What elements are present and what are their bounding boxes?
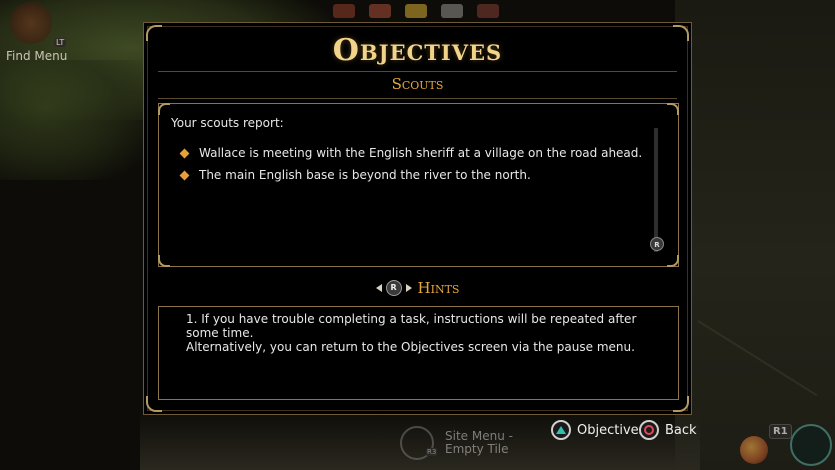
objectives-prompt[interactable]: Objectives xyxy=(551,420,645,440)
resource-bar xyxy=(296,4,536,24)
objectives-prompt-label: Objectives xyxy=(577,422,646,438)
triangle-button-icon xyxy=(551,420,571,440)
population-icon xyxy=(477,4,499,18)
meat-icon xyxy=(369,4,391,18)
stone-icon xyxy=(441,4,463,18)
arrow-left-icon xyxy=(375,284,382,292)
objectives-list: Wallace is meeting with the English sher… xyxy=(179,142,642,186)
objective-item: The main English base is beyond the rive… xyxy=(179,164,642,186)
objective-item: Wallace is meeting with the English sher… xyxy=(179,142,642,164)
bullet-diamond-icon xyxy=(179,148,190,158)
find-menu[interactable]: LT Find Menu xyxy=(6,2,70,63)
find-menu-label: Find Menu xyxy=(6,49,68,63)
arrow-right-icon xyxy=(405,284,412,292)
objectives-intro: Your scouts report: xyxy=(171,116,284,130)
objectives-scrollbar[interactable] xyxy=(654,128,658,252)
back-button[interactable]: Back xyxy=(639,420,697,440)
civ-orb-icon xyxy=(740,436,768,464)
gold-icon xyxy=(405,4,427,18)
hint-text: 1. If you have trouble completing a task… xyxy=(186,312,646,354)
r1-button-icon: R1 xyxy=(769,424,792,439)
objectives-panel[interactable]: Your scouts report: Wallace is meeting w… xyxy=(158,103,679,267)
hints-title: Hints xyxy=(417,279,460,297)
r-stick-scroll-icon: R xyxy=(650,237,664,251)
objective-text: Wallace is meeting with the English sher… xyxy=(199,146,643,160)
celtic-emblem-icon[interactable] xyxy=(790,424,832,466)
circle-button-icon xyxy=(639,420,659,440)
hint-line: Alternatively, you can return to the Obj… xyxy=(186,340,635,354)
back-button-label: Back xyxy=(665,422,697,438)
food-icon xyxy=(333,4,355,18)
objectives-dialog: Objectives Scouts Your scouts report: Wa… xyxy=(143,22,692,415)
r3-button-icon: R3 xyxy=(426,448,438,456)
site-menu-label: Site Menu - Empty Tile xyxy=(445,429,513,456)
hints-header[interactable]: R Hints xyxy=(144,277,691,297)
dialog-subtitle: Scouts xyxy=(391,75,444,93)
find-menu-icon xyxy=(10,2,52,44)
r-stick-icon: R xyxy=(385,280,402,296)
lt-button-icon: LT xyxy=(54,38,67,47)
subtitle-row: Scouts xyxy=(158,71,677,99)
dialog-title: Objectives xyxy=(332,33,503,68)
objective-text: The main English base is beyond the rive… xyxy=(199,168,531,182)
hint-line: 1. If you have trouble completing a task… xyxy=(186,312,637,340)
site-menu[interactable]: R3 Site Menu - Empty Tile xyxy=(400,424,530,464)
bullet-diamond-icon xyxy=(179,170,190,180)
hints-panel: 1. If you have trouble completing a task… xyxy=(158,306,679,400)
